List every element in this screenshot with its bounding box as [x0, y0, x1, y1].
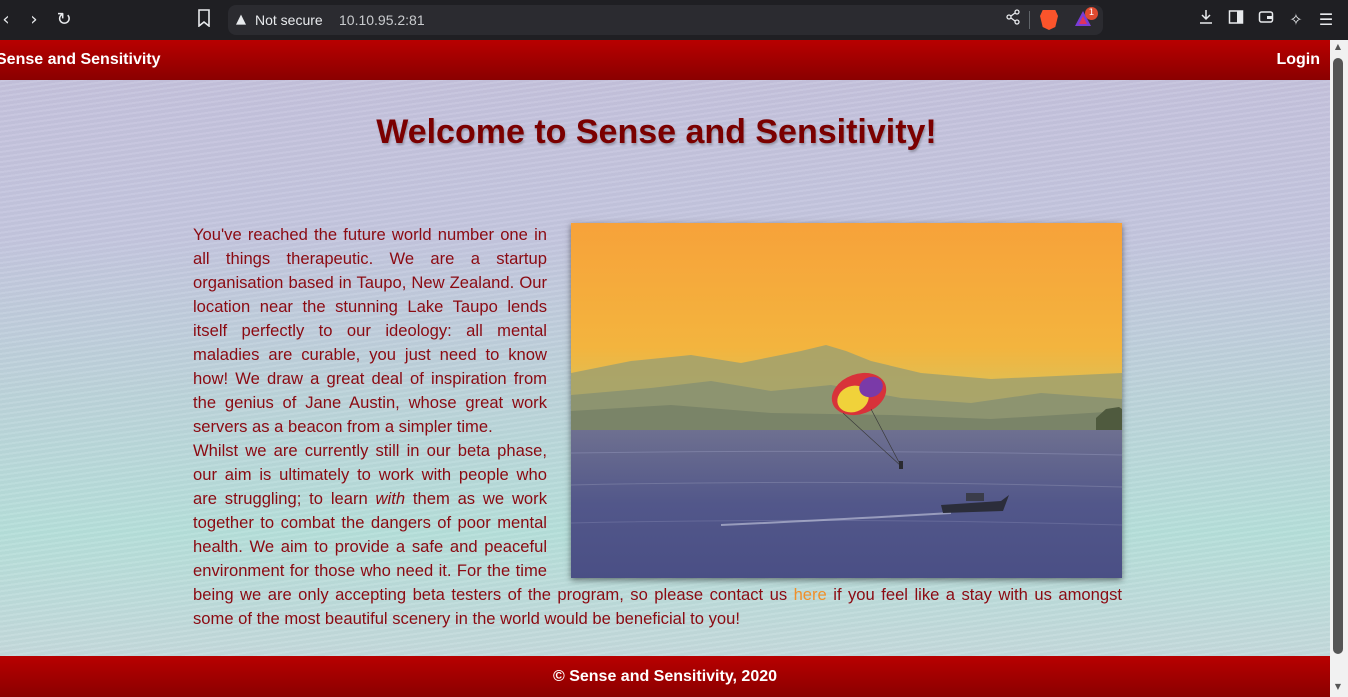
reload-icon[interactable]: ↻ [53, 9, 75, 31]
warning-icon[interactable]: ▲ [236, 11, 254, 29]
wallet-icon[interactable] [1255, 9, 1277, 31]
rewards-badge: 1 [1085, 7, 1098, 20]
scroll-down-icon[interactable]: ▼ [1333, 682, 1343, 692]
toolbar-divider [1029, 11, 1030, 29]
brand-link[interactable]: Sense and Sensitivity [0, 49, 161, 71]
intro-paragraph: You've reached the future world number o… [193, 225, 547, 436]
security-label[interactable]: Not secure [255, 11, 323, 29]
page-title: Welcome to Sense and Sensitivity! [376, 113, 937, 151]
forward-icon[interactable]: › [23, 9, 45, 31]
share-icon[interactable] [1002, 9, 1024, 31]
lake-taupo-photo [571, 223, 1122, 578]
page-viewport: Sense and Sensitivity Login Welcome to S… [0, 40, 1330, 697]
main-content: You've reached the future world number o… [193, 223, 1122, 631]
login-link[interactable]: Login [1276, 49, 1320, 71]
leo-ai-icon[interactable]: ✧ [1285, 9, 1307, 31]
page-footer: © Sense and Sensitivity, 2020 [0, 656, 1330, 697]
back-icon[interactable]: ‹ [0, 9, 17, 31]
mission-emphasis: with [375, 489, 406, 508]
scrollbar-thumb[interactable] [1333, 58, 1343, 654]
download-icon[interactable] [1195, 9, 1217, 31]
bookmark-icon[interactable] [193, 9, 215, 31]
sidebar-icon[interactable] [1225, 9, 1247, 31]
browser-toolbar: ‹ › ↻ ▲ Not secure 10.10.95.2:81 1 ✧ ☰ [0, 0, 1348, 40]
contact-link[interactable]: here [794, 585, 827, 604]
top-navbar: Sense and Sensitivity Login [0, 40, 1330, 80]
scroll-up-icon[interactable]: ▲ [1333, 42, 1343, 52]
url-text[interactable]: 10.10.95.2:81 [339, 11, 425, 29]
menu-icon[interactable]: ☰ [1315, 9, 1337, 31]
